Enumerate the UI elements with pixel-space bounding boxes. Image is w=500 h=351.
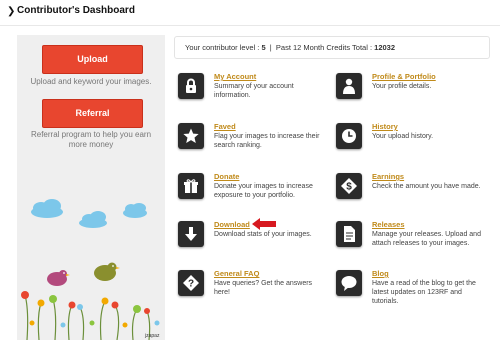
menu-item-desc: Your upload history. bbox=[372, 133, 434, 140]
referral-description: Referral program to help you earn more m… bbox=[30, 130, 152, 149]
level-separator: | bbox=[265, 43, 276, 52]
header-divider bbox=[0, 25, 500, 26]
menu-item-title[interactable]: Earnings bbox=[372, 172, 404, 181]
svg-text:$: $ bbox=[346, 182, 352, 193]
lock-icon bbox=[178, 73, 204, 99]
upload-description: Upload and keyword your images. bbox=[30, 77, 152, 86]
menu-item-desc: Donate your images to increase exposure … bbox=[214, 183, 313, 199]
menu-item-profile-portfolio[interactable]: Profile & Portfolio Your profile details… bbox=[336, 72, 481, 112]
menu-item-history[interactable]: History Your upload history. bbox=[336, 122, 481, 162]
gift-icon bbox=[178, 173, 204, 199]
level-label: Your contributor level : bbox=[185, 43, 262, 52]
page-header: ❯ Contributor's Dashboard bbox=[0, 0, 500, 26]
menu-item-title[interactable]: General FAQ bbox=[214, 269, 259, 278]
menu-item-desc: Have queries? Get the answers here! bbox=[214, 280, 313, 296]
menu-item-desc: Flag your images to increase their searc… bbox=[214, 133, 320, 149]
menu-item-releases[interactable]: Releases Manage your releases. Upload an… bbox=[336, 220, 481, 260]
question-icon: ? bbox=[178, 270, 204, 296]
menu-item-title[interactable]: Donate bbox=[214, 172, 239, 181]
chevron-right-icon: ❯ bbox=[7, 6, 16, 17]
menu-item-faved[interactable]: Faved Flag your images to increase their… bbox=[178, 122, 323, 162]
illustration-caption: jzapaz bbox=[144, 333, 160, 339]
user-icon bbox=[336, 73, 362, 99]
menu-item-title[interactable]: Releases bbox=[372, 220, 405, 229]
dollar-icon: $ bbox=[336, 173, 362, 199]
menu-item-title[interactable]: History bbox=[372, 122, 398, 131]
menu-item-title[interactable]: Faved bbox=[214, 122, 236, 131]
credits-label: Past 12 Month Credits Total : bbox=[275, 43, 375, 52]
menu-item-earnings[interactable]: $ Earnings Check the amount you have mad… bbox=[336, 172, 481, 212]
upload-button[interactable]: Upload bbox=[42, 45, 143, 74]
menu-item-desc: Check the amount you have made. bbox=[372, 183, 481, 190]
menu-item-title[interactable]: Download bbox=[214, 220, 250, 229]
menu-item-donate[interactable]: Donate Donate your images to increase ex… bbox=[178, 172, 323, 212]
red-pointer-arrow-icon bbox=[252, 218, 276, 230]
menu-item-desc: Have a read of the blog to get the lates… bbox=[372, 280, 476, 305]
menu-item-desc: Download stats of your images. bbox=[214, 231, 312, 238]
birds-illustration: jzapaz bbox=[21, 199, 160, 340]
menu-item-desc: Your profile details. bbox=[372, 83, 432, 90]
menu-item-general-faq[interactable]: ? General FAQ Have queries? Get the answ… bbox=[178, 269, 323, 309]
menu-item-download[interactable]: Download Download stats of your images. bbox=[178, 220, 323, 260]
star-icon bbox=[178, 123, 204, 149]
referral-button[interactable]: Referral bbox=[42, 99, 143, 128]
menu-item-title[interactable]: Profile & Portfolio bbox=[372, 72, 436, 81]
menu-item-my-account[interactable]: My Account Summary of your account infor… bbox=[178, 72, 323, 112]
contributor-level-bar: Your contributor level : 5 | Past 12 Mon… bbox=[174, 36, 490, 59]
menu-item-title[interactable]: My Account bbox=[214, 72, 256, 81]
sidebar: Upload Upload and keyword your images. R… bbox=[17, 35, 165, 340]
credits-value: 12032 bbox=[374, 43, 396, 52]
page-title: Contributor's Dashboard bbox=[17, 5, 135, 16]
menu-item-blog[interactable]: Blog Have a read of the blog to get the … bbox=[336, 269, 481, 309]
menu-item-desc: Summary of your account information. bbox=[214, 83, 294, 99]
speech-bubble-icon bbox=[336, 270, 362, 296]
clock-icon bbox=[336, 123, 362, 149]
document-icon bbox=[336, 221, 362, 247]
menu-item-title[interactable]: Blog bbox=[372, 269, 389, 278]
svg-text:?: ? bbox=[188, 279, 194, 290]
download-arrow-icon bbox=[178, 221, 204, 247]
menu-item-desc: Manage your releases. Upload and attach … bbox=[372, 231, 481, 247]
